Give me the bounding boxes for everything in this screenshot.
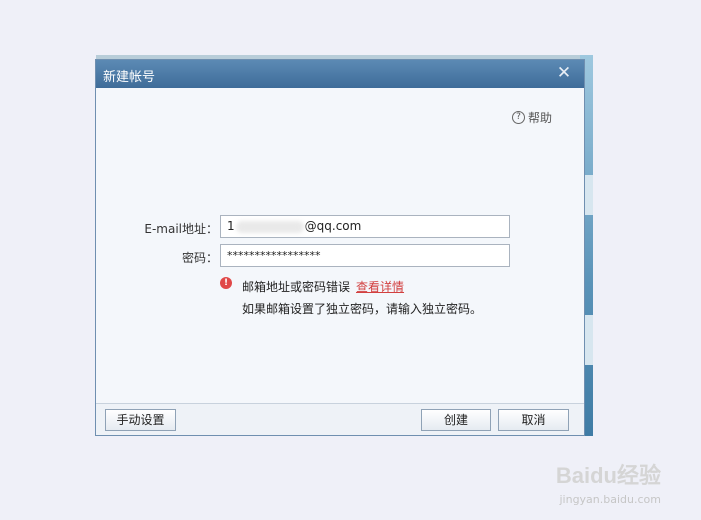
help-label: 帮助 <box>527 111 552 125</box>
background-strip-segment <box>585 315 593 365</box>
cancel-button[interactable]: 取消 <box>498 409 569 431</box>
view-details-link[interactable]: 查看详情 <box>356 280 404 294</box>
redacted-blur <box>235 220 304 233</box>
email-suffix: @qq.com <box>304 219 362 233</box>
error-message: 邮箱地址或密码错误 <box>242 280 351 294</box>
dialog-title: 新建帐号 <box>103 70 156 85</box>
help-link[interactable]: ? 帮助 <box>511 109 552 126</box>
manual-setup-button[interactable]: 手动设置 <box>105 409 176 431</box>
background-strip-segment <box>585 175 593 215</box>
password-hint: 如果邮箱设置了独立密码，请输入独立密码。 <box>242 302 483 316</box>
email-field[interactable]: 1 @qq.com <box>220 215 510 238</box>
error-message-row: 邮箱地址或密码错误 查看详情 <box>242 278 404 295</box>
help-icon: ? <box>511 111 525 124</box>
password-label: 密码： <box>181 251 218 265</box>
email-label: E-mail地址： <box>144 222 218 236</box>
dialog-footer: 手动设置 创建 取消 <box>96 403 584 435</box>
close-icon[interactable]: ✕ <box>555 63 573 83</box>
dialog-titlebar: 新建帐号 ✕ <box>96 60 584 88</box>
create-button[interactable]: 创建 <box>421 409 491 431</box>
baidu-watermark-logo: Baidu经验 <box>555 463 661 488</box>
error-icon: ! <box>220 277 232 289</box>
baidu-watermark-url: jingyan.baidu.com <box>559 493 661 506</box>
email-prefix: 1 <box>227 219 235 233</box>
new-account-dialog: 新建帐号 ✕ ? 帮助 E-mail地址： 1 @qq.com 密码： *****… <box>95 59 585 436</box>
password-field[interactable]: ***************** <box>220 244 510 267</box>
